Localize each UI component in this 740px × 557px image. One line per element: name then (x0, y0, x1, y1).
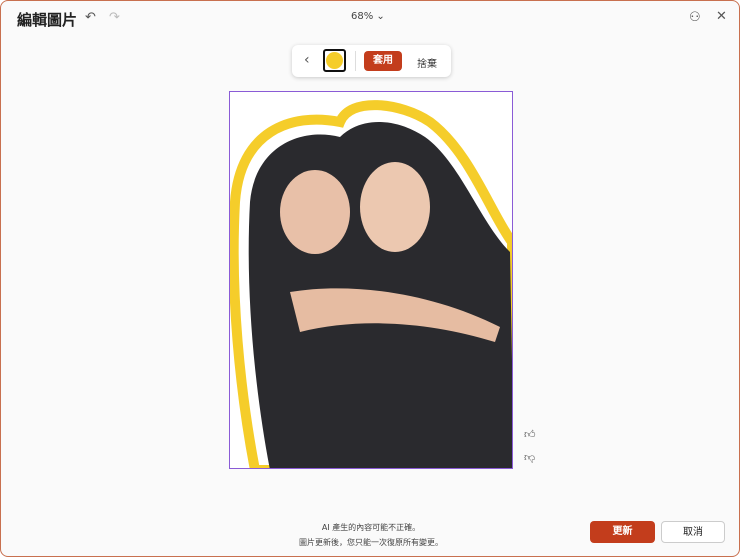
ai-notice: AI 產生的內容可能不正確。圖片更新後，您只能一次復原所有變更。 (281, 520, 461, 550)
close-icon[interactable]: ✕ (716, 9, 727, 24)
update-button[interactable]: 更新 (590, 521, 655, 543)
back-button[interactable]: ‹ (304, 52, 310, 68)
edit-image-dialog: 編輯圖片 ↶ ↷ 68% ⌄ ⚇ ✕ ‹ 套用 捨棄 👍︎ 👎︎ AI 產生的內… (0, 0, 740, 557)
apply-button[interactable]: 套用 (364, 51, 402, 71)
cancel-button[interactable]: 取消 (661, 521, 725, 543)
edited-photo (230, 100, 512, 468)
thumbs-down-icon[interactable]: 👎︎ (524, 451, 535, 464)
redo-icon[interactable]: ↷ (109, 10, 120, 25)
discard-button[interactable]: 捨棄 (417, 55, 437, 70)
feedback-icon[interactable]: ⚇ (689, 10, 701, 25)
image-canvas[interactable] (229, 91, 513, 469)
chevron-down-icon: ⌄ (376, 11, 385, 22)
undo-icon[interactable]: ↶ (85, 10, 96, 25)
zoom-dropdown[interactable]: 68% ⌄ (351, 11, 385, 22)
color-circle (326, 52, 343, 69)
thumbs-up-icon[interactable]: 👍︎ (524, 428, 536, 441)
divider (355, 51, 356, 71)
dialog-title: 編輯圖片 (17, 11, 78, 29)
zoom-value: 68% (351, 11, 374, 22)
notice-line-1: AI 產生的內容可能不正確。 (321, 523, 421, 532)
color-swatch[interactable] (323, 49, 346, 72)
notice-line-2: 圖片更新後，您只能一次復原所有變更。 (299, 538, 443, 547)
